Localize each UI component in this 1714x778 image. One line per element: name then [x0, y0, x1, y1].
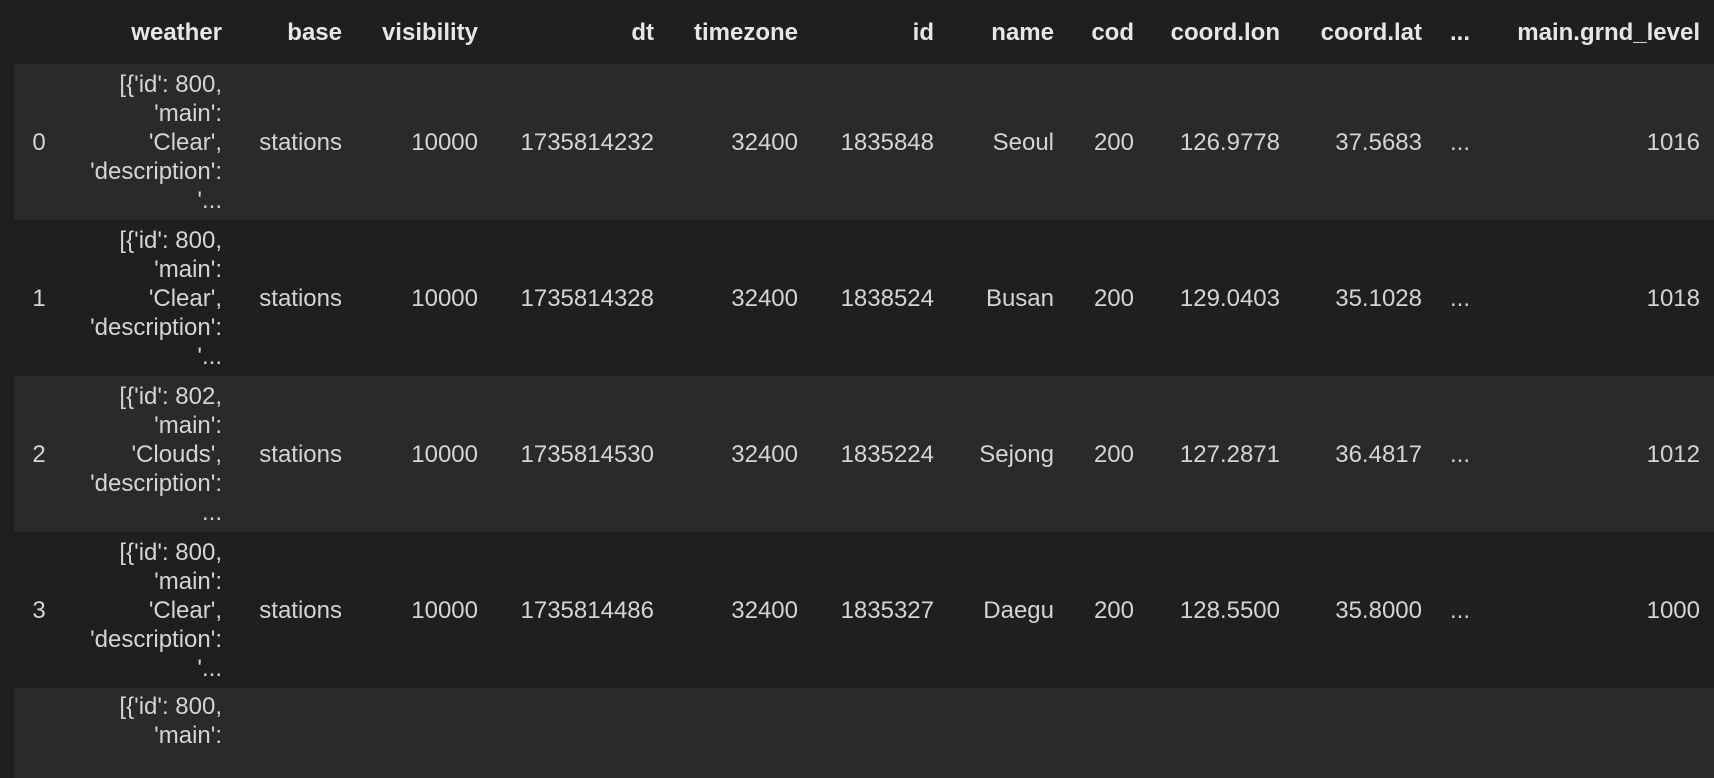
cell-timezone: 32400 [731, 596, 798, 624]
cell-coord-lat: 35.8000 [1335, 596, 1422, 624]
cell-coord-lon: 129.0403 [1179, 284, 1280, 312]
cell-coord-lon: 128.5500 [1179, 596, 1280, 624]
cell-dt [492, 688, 668, 778]
cell-main-grnd-level: 1000 [1646, 596, 1700, 624]
row-index: 2 [32, 440, 46, 468]
cell-name [948, 688, 1068, 778]
cell-id: 1835224 [840, 440, 934, 468]
table-row: 0 [{'id': 800, 'main': 'Clear', 'descrip… [14, 64, 1714, 220]
cell-weather: [{'id': 802, 'main': 'Clouds', 'descript… [90, 382, 222, 526]
cell-coord-lat: 36.4817 [1335, 440, 1422, 468]
cell-name: Sejong [979, 440, 1054, 468]
column-header-coord-lon: coord.lon [1148, 0, 1294, 64]
cell-name: Busan [985, 284, 1054, 312]
cell-base: stations [259, 440, 342, 468]
cell-weather: [{'id': 800, 'main': 'Clear', 'descripti… [90, 226, 222, 370]
cell-base: stations [259, 128, 342, 156]
cell-main-grnd-level: 1012 [1646, 440, 1700, 468]
cell-cod: 200 [1093, 596, 1134, 624]
cell-visibility: 10000 [411, 128, 478, 156]
table-row: 1 [{'id': 800, 'main': 'Clear', 'descrip… [14, 220, 1714, 376]
cell-cod [1068, 688, 1148, 778]
cell-coord-lon [1148, 688, 1294, 778]
cell-coord-lon: 127.2871 [1179, 440, 1280, 468]
column-header-id: id [812, 0, 948, 64]
table-row: [{'id': 800, 'main': [14, 688, 1714, 778]
cell-dt: 1735814530 [520, 440, 654, 468]
cell-timezone: 32400 [731, 128, 798, 156]
header-row: weather base visibility dt timezone id n… [14, 0, 1714, 64]
cell-timezone [668, 688, 812, 778]
cell-id: 1835327 [840, 596, 934, 624]
cell-coord-lat: 35.1028 [1335, 284, 1422, 312]
row-index: 3 [32, 596, 46, 624]
cell-coord-lon: 126.9778 [1179, 128, 1280, 156]
cell-dt: 1735814232 [520, 128, 654, 156]
column-header-ellipsis: ... [1436, 0, 1494, 64]
cell-cod: 200 [1093, 440, 1134, 468]
cell-coord-lat: 37.5683 [1335, 128, 1422, 156]
cell-timezone: 32400 [731, 284, 798, 312]
table-body: 0 [{'id': 800, 'main': 'Clear', 'descrip… [14, 64, 1714, 778]
column-header-coord-lat: coord.lat [1294, 0, 1436, 64]
cell-base [236, 688, 356, 778]
cell-main-grnd-level: 1018 [1646, 284, 1700, 312]
column-header-cod: cod [1068, 0, 1148, 64]
column-header-index [14, 0, 64, 64]
cell-ellipsis: ... [1450, 128, 1471, 156]
table-row: 3 [{'id': 800, 'main': 'Clear', 'descrip… [14, 532, 1714, 688]
cell-id [812, 688, 948, 778]
column-header-base: base [236, 0, 356, 64]
cell-coord-lat [1294, 688, 1436, 778]
row-index: 1 [32, 284, 46, 312]
cell-visibility: 10000 [411, 284, 478, 312]
cell-dt: 1735814486 [520, 596, 654, 624]
cell-cod: 200 [1093, 128, 1134, 156]
column-header-visibility: visibility [356, 0, 492, 64]
cell-ellipsis: ... [1450, 596, 1471, 624]
column-header-dt: dt [492, 0, 668, 64]
cell-main-grnd-level: 1016 [1646, 128, 1700, 156]
cell-main-grnd-level [1494, 688, 1714, 778]
cell-weather: [{'id': 800, 'main': 'Clear', 'descripti… [90, 70, 222, 214]
dataframe-table: weather base visibility dt timezone id n… [14, 0, 1714, 778]
cell-visibility [356, 688, 492, 778]
cell-cod: 200 [1093, 284, 1134, 312]
cell-name: Daegu [983, 596, 1054, 624]
cell-ellipsis [1436, 688, 1494, 778]
row-index [14, 688, 64, 778]
cell-timezone: 32400 [731, 440, 798, 468]
cell-dt: 1735814328 [520, 284, 654, 312]
row-index: 0 [32, 128, 46, 156]
cell-visibility: 10000 [411, 440, 478, 468]
column-header-timezone: timezone [668, 0, 812, 64]
cell-id: 1838524 [840, 284, 934, 312]
cell-base: stations [259, 596, 342, 624]
cell-ellipsis: ... [1450, 440, 1471, 468]
cell-base: stations [259, 284, 342, 312]
cell-visibility: 10000 [411, 596, 478, 624]
cell-weather: [{'id': 800, 'main': 'Clear', 'descripti… [90, 538, 222, 682]
column-header-weather: weather [64, 0, 236, 64]
cell-ellipsis: ... [1450, 284, 1471, 312]
column-header-main-grnd-level: main.grnd_level [1494, 0, 1714, 64]
table-header: weather base visibility dt timezone id n… [14, 0, 1714, 64]
cell-id: 1835848 [840, 128, 934, 156]
cell-weather: [{'id': 800, 'main': [119, 693, 222, 749]
table-row: 2 [{'id': 802, 'main': 'Clouds', 'descri… [14, 376, 1714, 532]
cell-name: Seoul [992, 128, 1054, 156]
column-header-name: name [948, 0, 1068, 64]
